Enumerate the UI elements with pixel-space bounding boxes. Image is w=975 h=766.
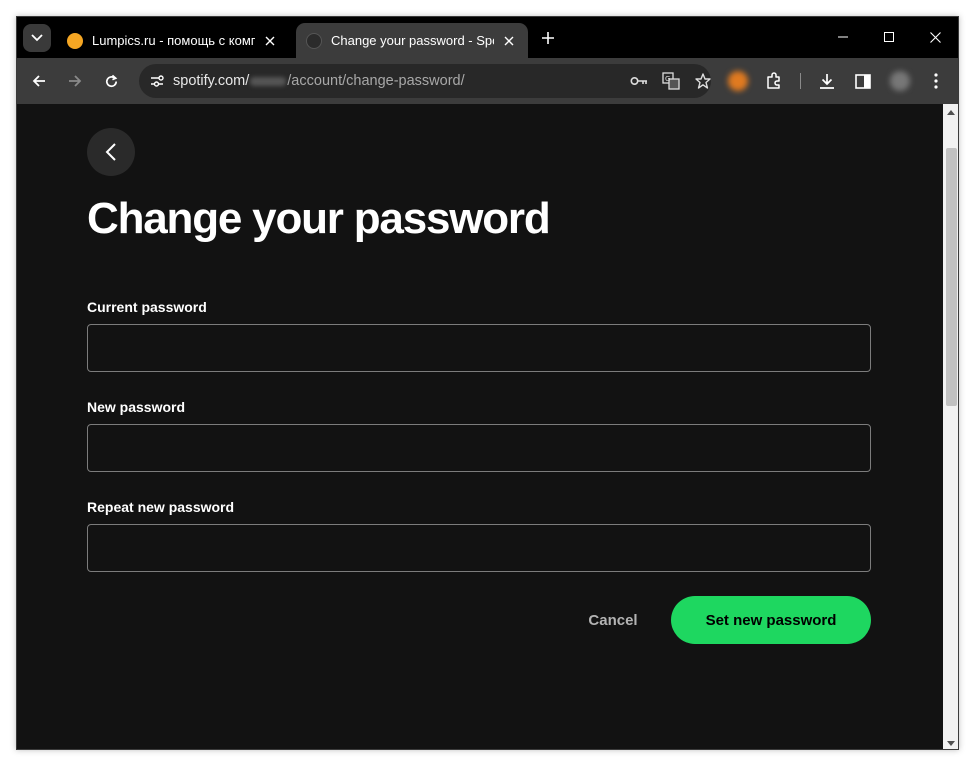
site-info-button[interactable] [147,71,167,91]
page-back-button[interactable] [87,128,135,176]
back-icon [32,75,45,87]
tab-title: Change your password - Spotify [331,33,494,48]
new-tab-icon [542,32,554,44]
scroll-down-button[interactable] [943,735,958,749]
bookmark-star-icon [695,73,711,89]
extensions-button[interactable] [762,69,786,93]
profile-avatar[interactable] [890,71,910,91]
menu-icon [934,73,938,89]
minimize-button[interactable] [829,25,857,49]
translate-icon: G [662,72,680,90]
set-new-password-button[interactable]: Set new password [671,596,871,644]
close-icon [504,36,514,45]
new-password-input[interactable] [87,424,871,472]
scroll-thumb[interactable] [946,148,957,406]
maximize-icon [884,32,894,42]
close-icon [265,36,275,45]
extension-icon[interactable] [728,71,748,91]
spotify-favicon-icon [306,32,322,49]
browser-toolbar: spotify.com/ /account/change-password/ G [17,58,958,104]
repeat-password-label: Repeat new password [87,499,235,515]
site-info-icon [151,75,164,87]
repeat-password-input[interactable] [87,524,871,572]
tab-close-button[interactable] [500,32,518,50]
cancel-button[interactable]: Cancel [577,596,649,644]
password-key-icon [630,76,647,86]
scroll-up-button[interactable] [943,104,958,120]
scrollbar[interactable] [943,104,958,749]
new-password-label: New password [87,399,186,415]
browser-menu-button[interactable] [924,69,948,93]
browser-window: Lumpics.ru - помощь с компью Change your… [16,16,959,750]
back-button[interactable] [27,69,51,93]
current-password-label: Current password [87,299,207,315]
translate-button[interactable]: G [661,71,681,91]
minimize-icon [838,36,848,38]
tab-search-button[interactable] [23,24,51,52]
maximize-button[interactable] [875,25,903,49]
url-path: /account/change-password/ [287,73,465,89]
forward-button[interactable] [63,69,87,93]
bookmark-button[interactable] [693,71,713,91]
page-title: Change your password [87,194,551,243]
url-domain: spotify.com/ [173,73,250,89]
forward-icon [69,75,82,87]
lumpics-favicon-icon [67,32,83,49]
close-icon [929,31,941,43]
chevron-left-icon [105,143,116,161]
tab-close-button[interactable] [261,32,279,50]
toolbar-separator [800,73,801,89]
page-content: Change your password Current password Ne… [17,104,943,749]
download-icon [820,74,834,89]
address-bar[interactable]: spotify.com/ /account/change-password/ G [139,64,711,98]
downloads-button[interactable] [815,69,839,93]
tab-lumpics[interactable]: Lumpics.ru - помощь с компью [57,23,289,58]
tab-title: Lumpics.ru - помощь с компью [92,33,255,48]
tab-spotify[interactable]: Change your password - Spotify [296,23,528,58]
url-redacted [250,76,287,86]
side-panel-icon [855,73,871,89]
password-key-button[interactable] [629,71,649,91]
tab-strip: Lumpics.ru - помощь с компью Change your… [17,17,958,58]
tab-search-icon [31,34,43,42]
reload-icon [105,74,117,87]
close-window-button[interactable] [921,25,949,49]
extensions-icon [767,72,780,89]
triangle-down-icon [947,740,955,746]
triangle-up-icon [947,109,955,115]
svg-text:G: G [665,75,670,83]
current-password-input[interactable] [87,324,871,372]
side-panel-button[interactable] [851,69,875,93]
new-tab-button[interactable] [537,27,559,49]
url-text: spotify.com/ /account/change-password/ [173,73,465,89]
reload-button[interactable] [99,69,123,93]
